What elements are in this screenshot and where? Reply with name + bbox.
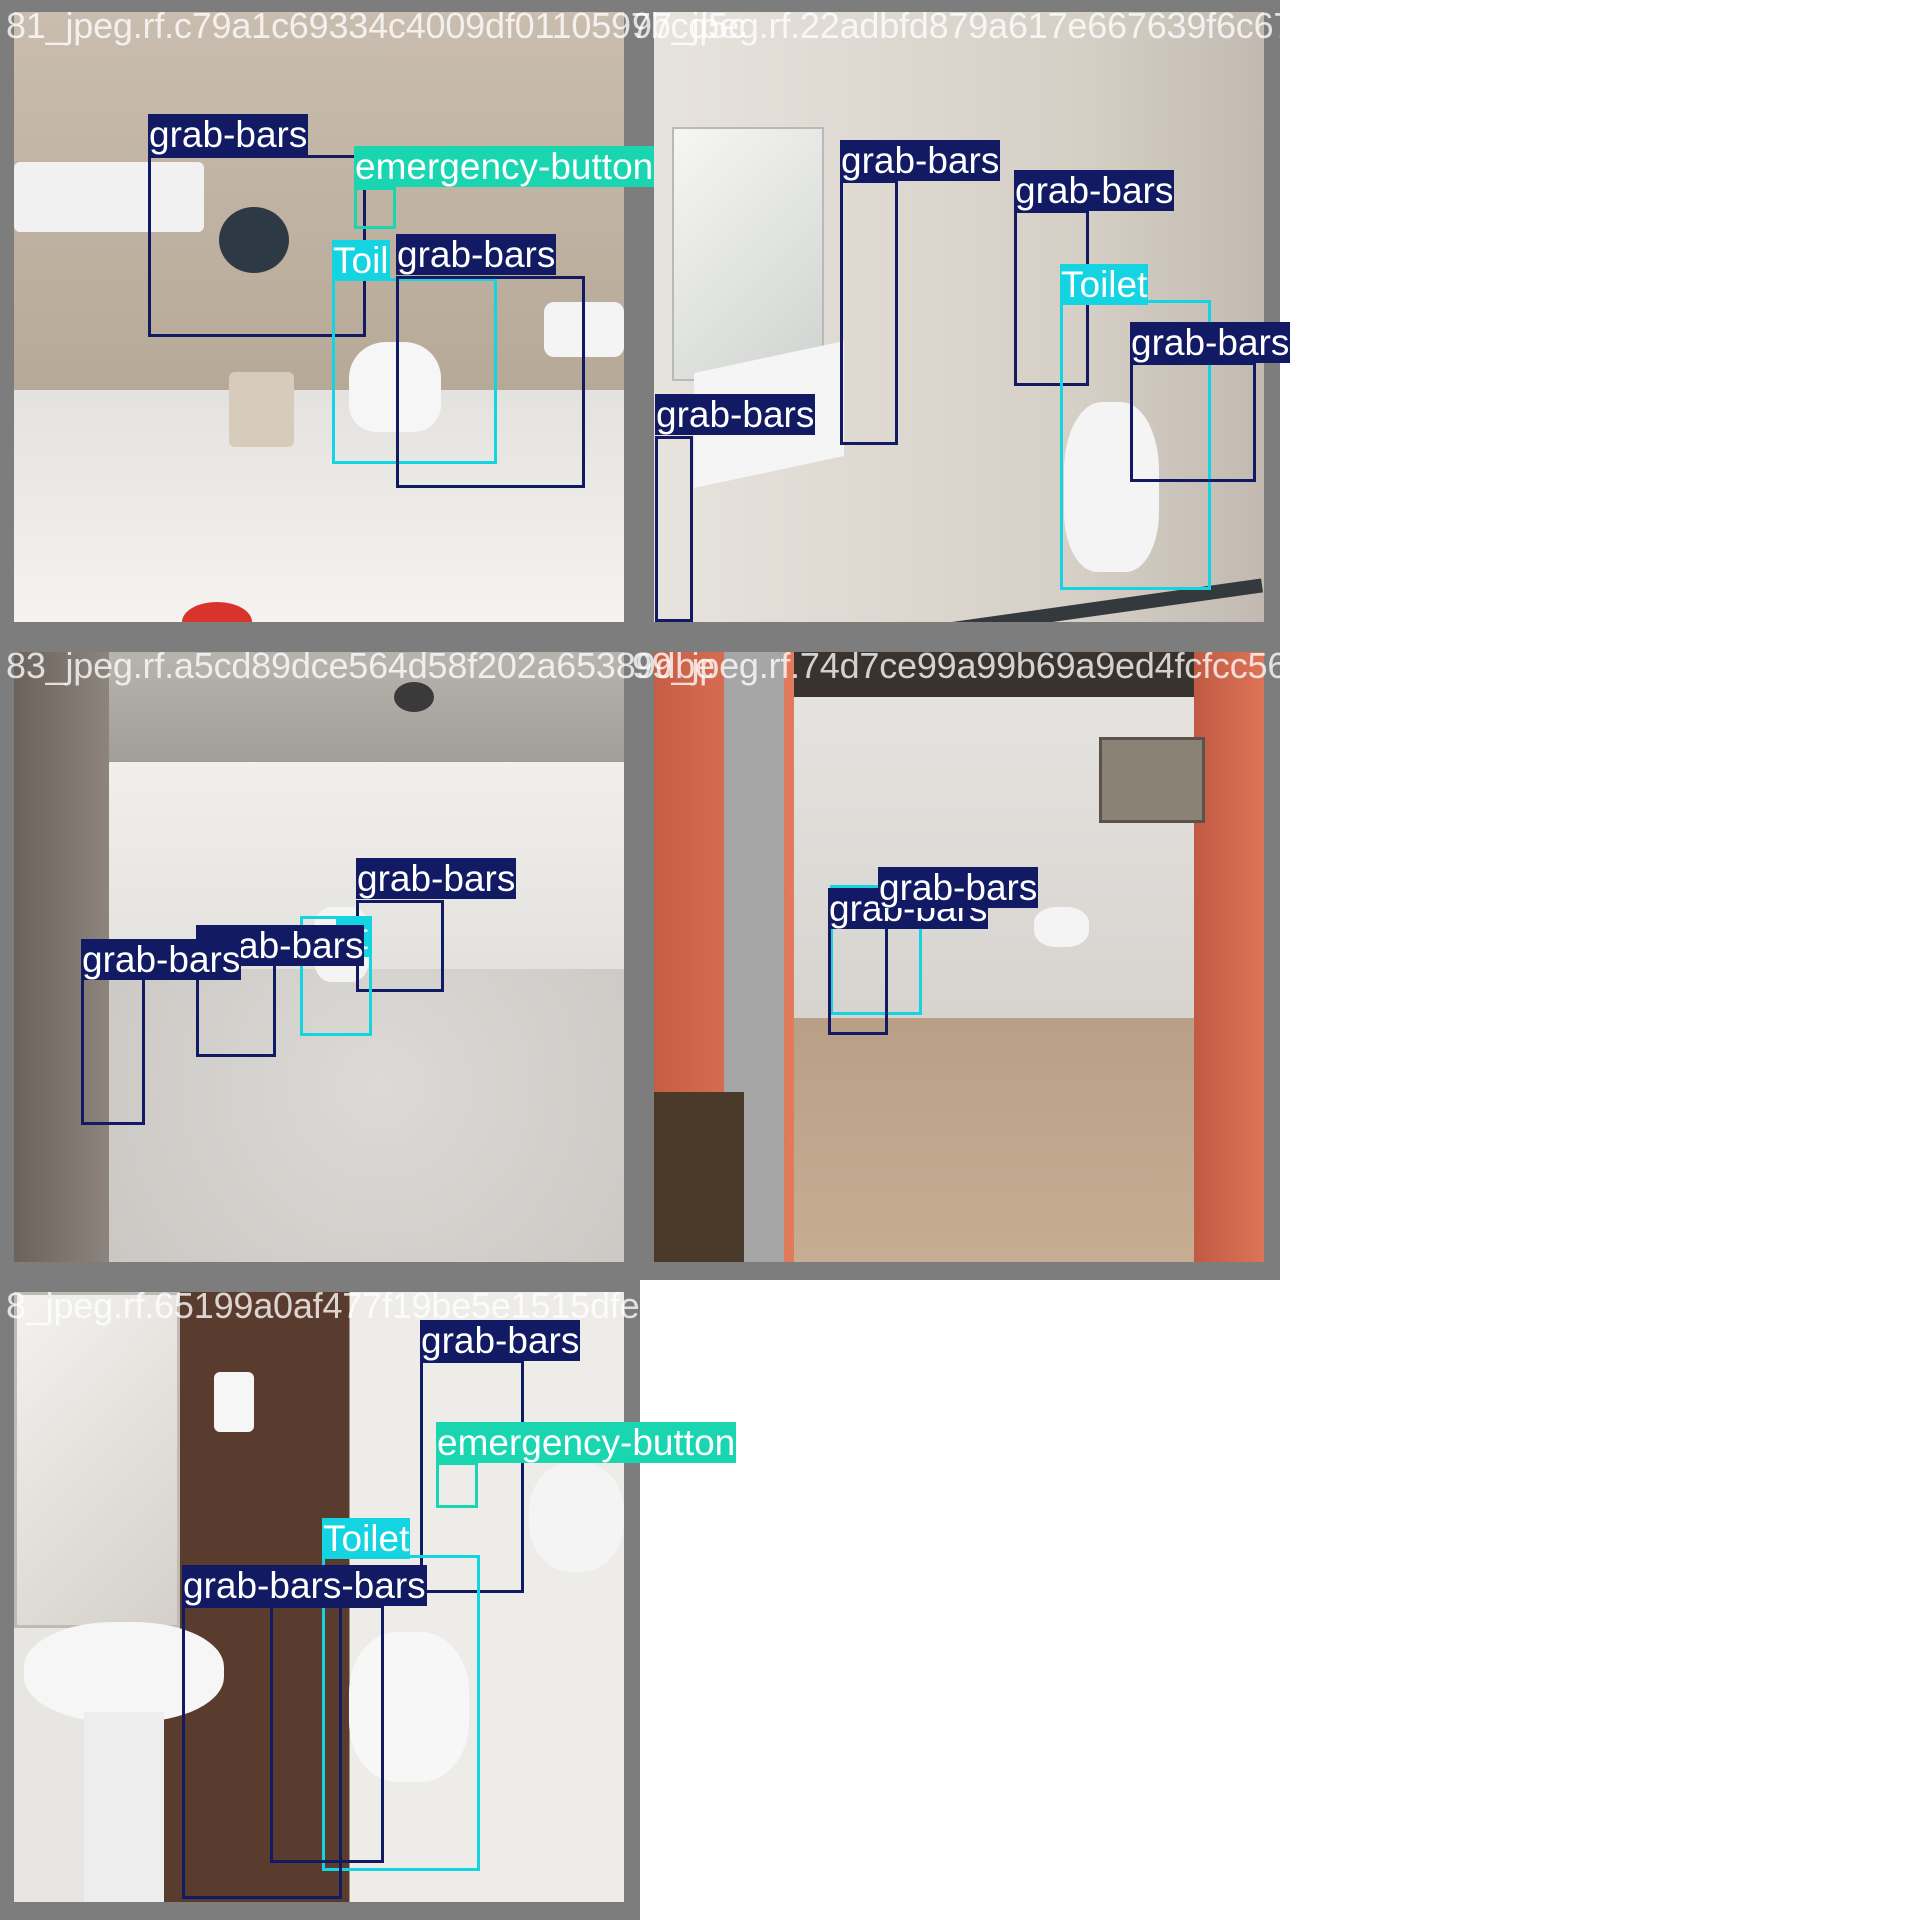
detection-label-grab-bars: grab-bars [1014, 170, 1175, 211]
detection-box-grab-bars [270, 1605, 384, 1863]
detection-label-grab-bars: grab-bars [878, 867, 1039, 908]
mosaic-tile-3: grab-bars et ab-bars grab-bars 83_jpeg.r… [0, 640, 715, 1280]
detection-label-grab-bars: grab-bars [655, 394, 816, 435]
mosaic-tile-5: grab-bars emergency-button Toilet grab-b… [0, 1280, 737, 1920]
detection-label-grab-bars: grab-bars [420, 1320, 581, 1361]
detection-box-grab-bars [81, 975, 145, 1125]
soap-dispenser [214, 1372, 254, 1432]
mosaic-tile-1: grab-bars emergency-button Toil grab-bar… [0, 0, 746, 640]
stone-wall [654, 1092, 744, 1262]
detection-label-toilet: Toilet [322, 1518, 411, 1559]
mirror [672, 127, 824, 381]
detection-box-emergency-button [436, 1462, 478, 1508]
mosaic-tile-2: grab-bars grab-bars Toilet grab-bars gra… [632, 0, 1351, 640]
sink-pedestal [84, 1712, 164, 1902]
image-filename: 83_jpeg.rf.a5cd89dce564d58f202a65389dbe [6, 645, 715, 686]
detection-label-grab-bars: grab-bars-bars [182, 1565, 427, 1606]
detection-label-toilet: Toil [332, 240, 390, 281]
mirror [1099, 737, 1205, 823]
detection-box-emergency-button [354, 187, 396, 229]
detection-label-grab-bars: grab-bars [840, 140, 1001, 181]
sink [1034, 907, 1089, 947]
detection-label-grab-bars: grab-bars [356, 858, 517, 899]
detection-label-emergency-button: emergency-button [436, 1422, 737, 1463]
detection-box-grab-bars [1130, 362, 1256, 482]
detection-box-grab-bars [828, 915, 888, 1035]
detection-label-grab-bars: grab-bars [148, 114, 309, 155]
image-filename: 8_jpeg.rf.65199a0af477f19be5e1515dfeb420 [6, 1285, 719, 1326]
detection-label-grab-bars: grab-bars [396, 234, 557, 275]
image-filename: 99_jpeg.rf.74d7ce99a99b69a9ed4fcfcc5600c [632, 645, 1345, 686]
detection-label-emergency-button: emergency-button [354, 146, 655, 187]
image-filename: 97_jpeg.rf.22adbfd879a617e667639f6c670bc [632, 5, 1351, 46]
detection-label-grab-bars: grab-bars [1130, 322, 1291, 363]
mirror [14, 1292, 180, 1628]
detection-label-grab-bars: grab-bars [81, 939, 242, 980]
detection-box-grab-bars [396, 276, 585, 488]
trash-bin [229, 372, 294, 447]
detection-box-grab-bars [840, 180, 898, 445]
ceiling-vent [394, 682, 434, 712]
tile-photo [654, 652, 1264, 1262]
detection-label-toilet: Toilet [1060, 264, 1149, 305]
mosaic-tile-4: grab-bars grab-bars 99_jpeg.rf.74d7ce99a… [632, 640, 1345, 1280]
detection-box-grab-bars [655, 436, 693, 622]
paper-dispenser [529, 1462, 624, 1572]
